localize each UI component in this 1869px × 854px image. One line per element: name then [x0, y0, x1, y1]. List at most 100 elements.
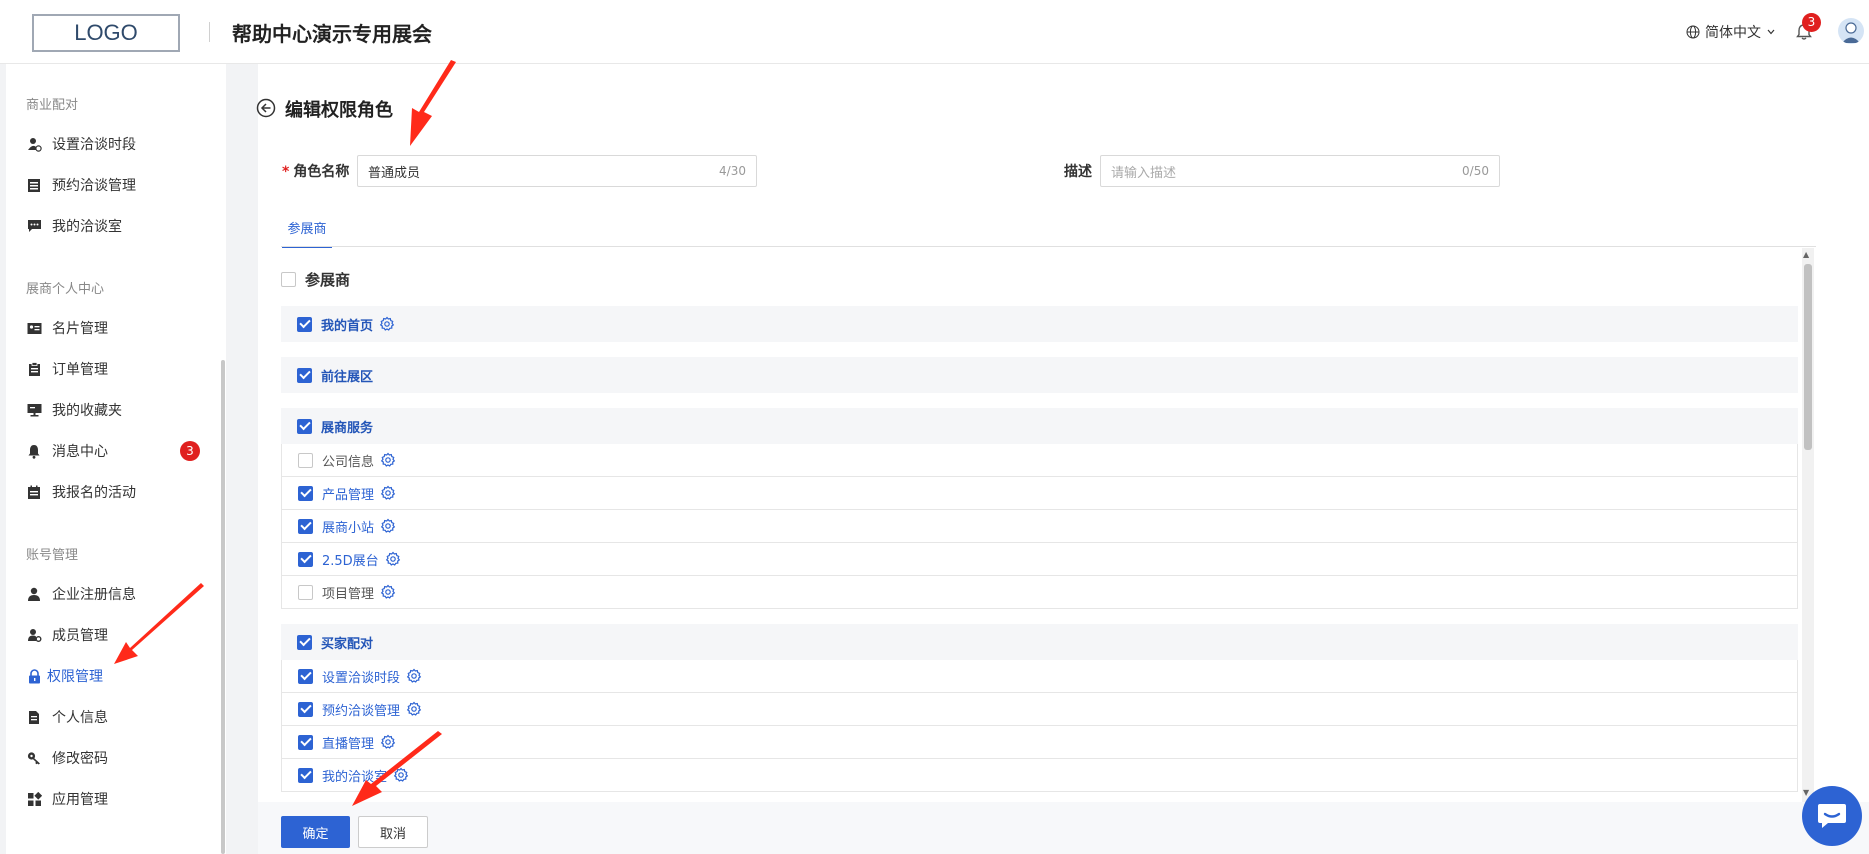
tab-exhibitor[interactable]: 参展商	[282, 218, 332, 248]
permission-row[interactable]: 项目管理	[281, 576, 1798, 609]
sidebar-item-negotiation-slots[interactable]: 设置洽谈时段	[26, 133, 136, 155]
permission-row[interactable]: 设置洽谈时段	[281, 660, 1798, 693]
permission-row[interactable]: 直播管理	[281, 726, 1798, 759]
permission-row[interactable]: 公司信息	[281, 444, 1798, 477]
sidebar-item-personal-info[interactable]: 个人信息	[26, 706, 108, 728]
permission-row[interactable]: 我的洽谈室	[281, 759, 1798, 792]
checkbox[interactable]	[297, 634, 312, 650]
sidebar-group-title: 账号管理	[26, 548, 79, 563]
sidebar-item-appointments[interactable]: 预约洽谈管理	[26, 174, 136, 196]
permission-root-row[interactable]: 参展商	[281, 266, 1798, 292]
gear-icon[interactable]	[406, 701, 422, 717]
logo[interactable]: LOGO	[32, 14, 180, 52]
permission-row[interactable]: 预约洽谈管理	[281, 693, 1798, 726]
permission-tree: 参展商 我的首页前往展区展商服务公司信息产品管理 展商小站 2.5D展台 项目管理买家…	[281, 248, 1798, 802]
sidebar-item-label: 我报名的活动	[52, 485, 136, 501]
gear-icon[interactable]	[380, 734, 396, 750]
permission-section-row[interactable]: 展商服务	[281, 408, 1798, 444]
sidebar-group-title: 商业配对	[26, 98, 79, 113]
description-input[interactable]: 请输入描述 0/50	[1100, 155, 1500, 187]
checkbox[interactable]	[281, 271, 296, 287]
top-header: LOGO 帮助中心演示专用展会 简体中文 3	[0, 0, 1869, 64]
description-placeholder: 请输入描述	[1111, 165, 1177, 181]
checkbox[interactable]	[297, 316, 312, 332]
gear-icon[interactable]	[380, 452, 396, 468]
chat-support-button[interactable]	[1802, 786, 1862, 846]
order-icon	[26, 361, 42, 377]
gear-icon[interactable]	[380, 485, 396, 501]
permission-section-row[interactable]: 前往展区	[281, 357, 1798, 393]
id-card-icon	[26, 320, 42, 336]
gear-icon[interactable]	[385, 551, 401, 567]
chevron-down-icon	[1767, 29, 1775, 35]
calendar-icon	[26, 484, 42, 500]
checkbox[interactable]	[298, 452, 313, 468]
sidebar-item-members[interactable]: 成员管理	[26, 624, 108, 646]
language-selector[interactable]: 简体中文	[1686, 22, 1776, 42]
back-arrow-icon[interactable]	[256, 98, 276, 118]
sidebar-item-orders[interactable]: 订单管理	[26, 358, 108, 380]
permission-label: 我的洽谈室	[322, 769, 388, 785]
scrollbar-thumb[interactable]	[1804, 264, 1812, 450]
permission-label: 我的首页	[321, 318, 374, 334]
sidebar-item-meeting-room[interactable]: 我的洽谈室	[26, 215, 122, 237]
checkbox[interactable]	[298, 668, 313, 684]
checkbox[interactable]	[297, 418, 312, 434]
checkbox[interactable]	[297, 367, 312, 383]
permission-root-label: 参展商	[305, 270, 351, 289]
sidebar-item-favorites[interactable]: 我的收藏夹	[26, 399, 122, 421]
sidebar-item-change-password[interactable]: 修改密码	[26, 747, 108, 769]
sidebar-scrollbar[interactable]	[221, 360, 225, 854]
checkbox[interactable]	[298, 551, 313, 567]
permission-section-row[interactable]: 买家配对	[281, 624, 1798, 660]
checkbox[interactable]	[298, 701, 313, 717]
gear-icon[interactable]	[379, 316, 395, 332]
sidebar-item-company-registration[interactable]: 企业注册信息	[26, 583, 136, 605]
permission-label: 公司信息	[322, 454, 375, 470]
permission-row[interactable]: 展商小站	[281, 510, 1798, 543]
gear-icon[interactable]	[393, 767, 409, 783]
scroll-up-icon[interactable]: ▲	[1803, 250, 1809, 259]
role-name-label: * 角色名称	[282, 164, 350, 180]
checkbox[interactable]	[298, 584, 313, 600]
permission-section-row[interactable]: 我的首页	[281, 306, 1798, 342]
description-label: 描述	[1064, 164, 1092, 180]
user-icon	[26, 586, 42, 602]
gear-icon[interactable]	[406, 668, 422, 684]
sidebar-item-label: 个人信息	[52, 710, 108, 726]
sidebar-item-label: 应用管理	[52, 792, 108, 808]
sidebar-group-title: 展商个人中心	[26, 282, 105, 297]
permission-row[interactable]: 产品管理	[281, 477, 1798, 510]
confirm-button[interactable]: 确定	[281, 816, 350, 848]
checkbox[interactable]	[298, 767, 313, 783]
permission-label: 设置洽谈时段	[322, 670, 401, 686]
avatar[interactable]	[1838, 18, 1864, 44]
role-name-input[interactable]: 普通成员 4/30	[357, 155, 757, 187]
gear-icon[interactable]	[380, 518, 396, 534]
user-avatar-icon	[1842, 22, 1860, 43]
checkbox[interactable]	[298, 485, 313, 501]
form-footer	[258, 802, 1869, 854]
sidebar-item-app-management[interactable]: 应用管理	[26, 788, 108, 810]
page-title: 编辑权限角色	[285, 100, 393, 121]
sidebar-item-permissions[interactable]: 权限管理	[26, 665, 103, 687]
sidebar-item-label: 企业注册信息	[52, 587, 136, 603]
notification-badge: 3	[1802, 13, 1821, 32]
tab-underline	[281, 246, 1816, 247]
role-name-counter: 4/30	[719, 164, 746, 178]
sidebar-item-messages[interactable]: 消息中心	[26, 440, 108, 462]
sidebar-item-label: 订单管理	[52, 362, 108, 378]
cancel-button[interactable]: 取消	[358, 816, 428, 848]
sidebar-item-label: 消息中心	[52, 444, 108, 460]
sidebar-item-my-events[interactable]: 我报名的活动	[26, 481, 136, 503]
sidebar-item-business-cards[interactable]: 名片管理	[26, 317, 108, 339]
gear-icon[interactable]	[380, 584, 396, 600]
checkbox[interactable]	[298, 518, 313, 534]
messages-badge: 3	[180, 441, 200, 461]
key-icon	[26, 750, 42, 766]
permission-row[interactable]: 2.5D展台	[281, 543, 1798, 576]
checkbox[interactable]	[298, 734, 313, 750]
document-icon	[26, 709, 42, 725]
sidebar-item-label: 我的洽谈室	[52, 219, 122, 235]
clipboard-icon	[26, 177, 42, 193]
